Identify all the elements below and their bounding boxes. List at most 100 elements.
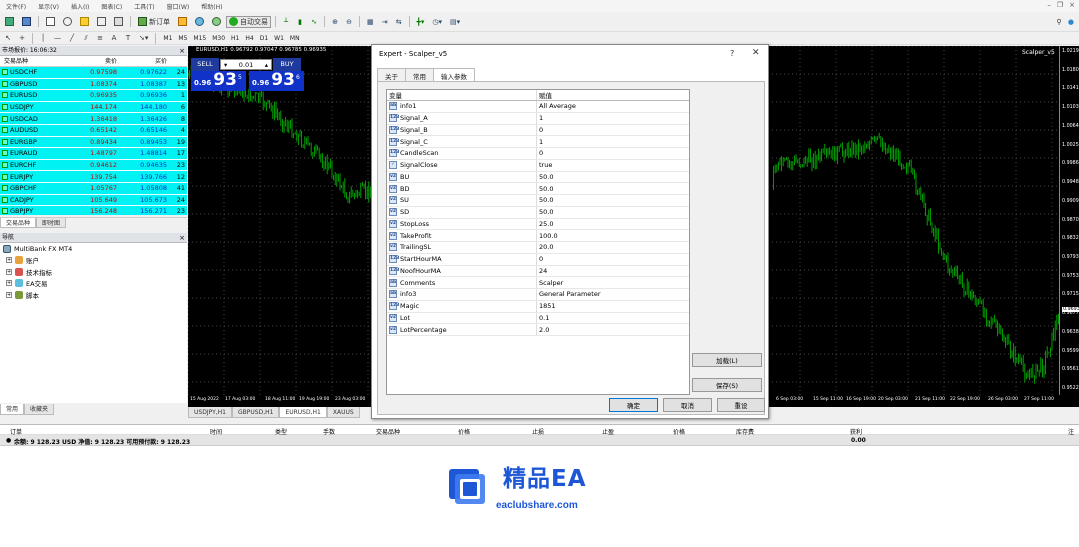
symbol-row[interactable]: AUDUSD 0.65142 0.65146 4 [0, 124, 187, 137]
param-row[interactable]: ab info1 All Average [387, 101, 689, 113]
symbol-row[interactable]: GBPJPY 156.248 156.271 23 [0, 206, 187, 215]
chart-tab-2[interactable]: EURUSD,H1 [279, 407, 327, 418]
timeframe-1[interactable]: M5 [175, 35, 190, 42]
cancel-button[interactable]: 取消 [663, 398, 712, 412]
tile-windows-button[interactable]: ▦ [364, 16, 377, 28]
navigator-tab-1[interactable]: 收藏夹 [24, 404, 55, 415]
autoscroll-button[interactable]: ⇆ [393, 16, 405, 28]
param-row[interactable]: ab Comments Scalper [387, 277, 689, 289]
param-value[interactable]: 0 [537, 149, 543, 157]
timeframe-4[interactable]: H1 [228, 35, 242, 42]
param-value[interactable]: 1851 [537, 302, 556, 310]
chart-tab-1[interactable]: GBPUSD,H1 [231, 407, 280, 418]
param-value[interactable]: 0.1 [537, 314, 549, 322]
market-watch-button[interactable] [43, 16, 58, 28]
symbol-row[interactable]: GBPUSD 1.08374 1.08387 13 [0, 78, 187, 91]
crosshair-button[interactable]: + [16, 32, 28, 44]
nav-item-3[interactable]: + 脚本 [0, 289, 187, 301]
lot-input[interactable]: ▾ 0.01 ▴ [220, 59, 272, 70]
symbol-row[interactable]: EURUSD 0.96935 0.96936 1 [0, 90, 187, 102]
param-row[interactable]: 123 NoofHourMA 24 [387, 265, 689, 278]
menu-item-3[interactable]: 图表(C) [95, 2, 128, 11]
templates-button[interactable]: ▤▾ [447, 16, 463, 28]
chart-tab-3[interactable]: XAUUS [326, 407, 360, 418]
symbol-row[interactable]: EURGBP 0.89434 0.89453 19 [0, 136, 187, 149]
param-row[interactable]: 123 CandleScan 0 [387, 148, 689, 160]
load-button[interactable]: 加载(L) [692, 353, 762, 367]
param-value[interactable]: 50.0 [537, 173, 553, 181]
community-button[interactable]: ● [1065, 16, 1077, 28]
periods-button[interactable]: ◷▾ [429, 16, 445, 28]
param-row[interactable]: 123 Signal_B 0 [387, 124, 689, 137]
expand-icon[interactable]: + [6, 280, 12, 287]
param-value[interactable]: 50.0 [537, 196, 553, 204]
symbol-row[interactable]: EURAUD 1.48797 1.48814 17 [0, 148, 187, 160]
channel-button[interactable]: ⫽ [80, 32, 92, 44]
param-row[interactable]: ✓ SignalClose true [387, 159, 689, 172]
menu-item-4[interactable]: 工具(T) [128, 2, 160, 11]
timeframe-0[interactable]: M1 [160, 35, 175, 42]
param-row[interactable]: 123 Magic 1851 [387, 300, 689, 313]
zoom-out-button[interactable]: ⊖ [343, 16, 355, 28]
symbol-row[interactable]: USDJPY 144.174 144.180 6 [0, 101, 187, 114]
sell-price[interactable]: 0.96 93 5 [191, 71, 246, 91]
restore-icon[interactable]: ❐ [1057, 1, 1063, 9]
nav-item-1[interactable]: + 技术指标 [0, 266, 187, 278]
param-value[interactable]: General Parameter [537, 290, 601, 298]
param-row[interactable]: ab info3 General Parameter [387, 289, 689, 301]
param-value[interactable]: 100.0 [537, 232, 558, 240]
symbol-row[interactable]: EURJPY 139.754 139.766 12 [0, 171, 187, 183]
new-chart-button[interactable] [2, 16, 17, 28]
param-row[interactable]: v2 BU 50.0 [387, 171, 689, 184]
text-button[interactable]: A [108, 32, 120, 44]
param-value[interactable]: 20.0 [537, 243, 553, 251]
param-row[interactable]: v2 BD 50.0 [387, 183, 689, 195]
param-row[interactable]: v2 TakeProfit 100.0 [387, 230, 689, 242]
reset-button[interactable]: 重设 [717, 398, 765, 412]
auto-trading-button[interactable]: 自动交易 [226, 15, 271, 28]
param-value[interactable]: 0 [537, 126, 543, 134]
symbol-row[interactable]: USDCHF 0.97598 0.97622 24 [0, 67, 187, 79]
param-row[interactable]: 123 Signal_C 1 [387, 136, 689, 148]
param-value[interactable]: 25.0 [537, 220, 553, 228]
param-row[interactable]: v2 SD 50.0 [387, 206, 689, 219]
chart-tab-0[interactable]: USDJPY,H1 [188, 407, 232, 418]
timeframe-7[interactable]: W1 [271, 35, 287, 42]
fibo-button[interactable]: ≡ [94, 32, 106, 44]
param-value[interactable]: 24 [537, 267, 547, 275]
indicators-button[interactable]: ╋▾ [414, 16, 428, 28]
chart-shift-button[interactable]: ⇥ [379, 16, 391, 28]
close-icon[interactable]: ✕ [752, 48, 760, 58]
param-value[interactable]: 1 [537, 114, 543, 122]
line-chart-button[interactable]: ∿ [308, 16, 320, 28]
market-watch-tab-0[interactable]: 交易品种 [0, 218, 37, 228]
market-button[interactable] [209, 16, 224, 28]
param-value[interactable]: true [537, 161, 552, 169]
trendline-button[interactable]: ╱ [66, 32, 78, 44]
nav-item-2[interactable]: + EA交易 [0, 278, 187, 290]
param-value[interactable]: 50.0 [537, 185, 553, 193]
data-window-button[interactable] [60, 16, 75, 28]
param-row[interactable]: v2 SU 50.0 [387, 195, 689, 207]
profiles-button[interactable] [19, 16, 34, 28]
timeframe-8[interactable]: MN [287, 35, 303, 42]
param-row[interactable]: v2 StopLoss 25.0 [387, 218, 689, 231]
balance-row[interactable]: ● 余额: 9 128.23 USD 净值: 9 128.23 可用预付款: 9… [0, 435, 1079, 446]
param-row[interactable]: 123 StartHourMA 0 [387, 253, 689, 266]
param-value[interactable]: All Average [537, 102, 576, 110]
label-button[interactable]: T [122, 32, 134, 44]
menu-item-6[interactable]: 帮助(H) [195, 2, 228, 11]
arrows-button[interactable]: ➘▾ [136, 32, 151, 44]
save-button[interactable]: 保存(S) [692, 378, 762, 392]
col-bid[interactable]: 卖价 [70, 56, 120, 66]
close-icon[interactable]: × [179, 46, 185, 56]
chevron-up-icon[interactable]: ▴ [265, 61, 268, 69]
navigator-button[interactable] [77, 16, 92, 28]
param-row[interactable]: 123 Signal_A 1 [387, 112, 689, 125]
navigator-tab-0[interactable]: 常用 [0, 404, 25, 415]
timeframe-2[interactable]: M15 [190, 35, 209, 42]
terminal-button[interactable] [94, 16, 109, 28]
help-icon[interactable]: ? [730, 49, 734, 58]
meta-editor-button[interactable] [175, 16, 190, 28]
col-symbol[interactable]: 交易品种 [0, 56, 70, 66]
